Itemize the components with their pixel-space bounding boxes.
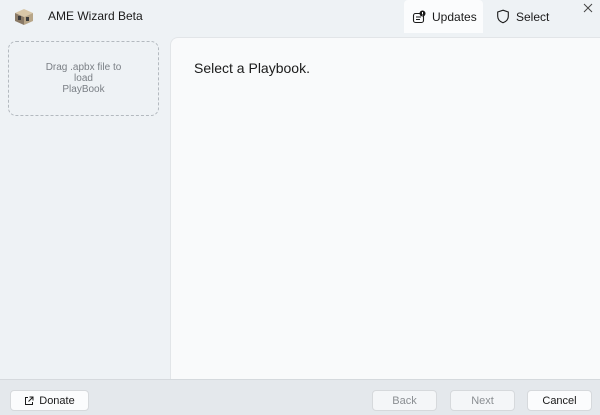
shield-icon xyxy=(497,9,509,24)
dropzone-text-line3: PlayBook xyxy=(62,84,105,95)
donate-button[interactable]: Donate xyxy=(10,390,89,411)
page-heading: Select a Playbook. xyxy=(194,60,310,76)
dropzone-text-line2: load xyxy=(74,73,93,84)
dropzone-text-line1: Drag .apbx file to xyxy=(45,62,122,73)
playbook-drop-zone[interactable]: Drag .apbx file to load PlayBook xyxy=(8,41,159,116)
updates-icon xyxy=(412,10,426,23)
external-link-icon xyxy=(25,396,34,405)
close-button[interactable] xyxy=(578,0,598,16)
close-icon xyxy=(583,3,593,13)
cancel-label: Cancel xyxy=(542,394,577,407)
back-button[interactable]: Back xyxy=(372,390,437,411)
back-label: Back xyxy=(392,394,417,407)
footer-bar: Donate Back Next Cancel xyxy=(0,379,600,415)
app-title: AME Wizard Beta xyxy=(48,9,143,23)
select-button[interactable]: Select xyxy=(493,0,561,33)
sidebar: Drag .apbx file to load PlayBook xyxy=(0,35,170,379)
main-content: Select a Playbook. xyxy=(170,37,600,379)
select-label: Select xyxy=(516,9,550,24)
updates-button[interactable]: Updates xyxy=(404,0,483,33)
title-bar: AME Wizard Beta Updates Select xyxy=(0,0,600,35)
updates-label: Updates xyxy=(432,9,477,24)
next-label: Next xyxy=(471,394,494,407)
app-logo-icon xyxy=(15,9,33,25)
donate-label: Donate xyxy=(39,394,75,407)
next-button[interactable]: Next xyxy=(450,390,515,411)
cancel-button[interactable]: Cancel xyxy=(527,390,592,411)
